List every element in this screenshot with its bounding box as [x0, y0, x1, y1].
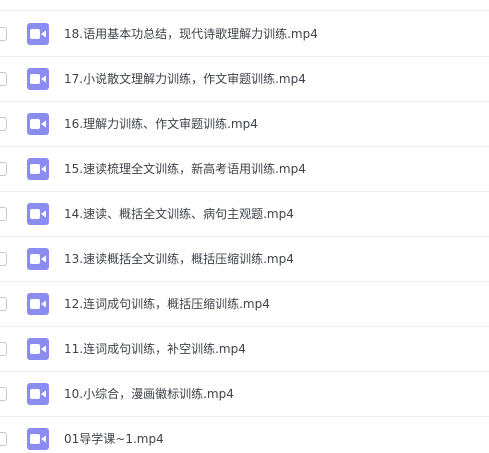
- video-file-icon: [27, 293, 49, 315]
- file-name[interactable]: 10.小综合，漫画徽标训练.mp4: [64, 372, 234, 416]
- row-checkbox[interactable]: [0, 432, 7, 446]
- file-name[interactable]: 15.速读梳理全文训练，新高考语用训练.mp4: [64, 147, 306, 191]
- row-checkbox[interactable]: [0, 387, 7, 401]
- file-name[interactable]: 12.连词成句训练，概括压缩训练.mp4: [64, 282, 270, 326]
- video-file-icon: [27, 113, 49, 135]
- row-checkbox[interactable]: [0, 342, 7, 356]
- row-checkbox[interactable]: [0, 117, 7, 131]
- file-row[interactable]: 18.语用基本功总结，现代诗歌理解力训练.mp4: [0, 12, 489, 57]
- row-checkbox[interactable]: [0, 72, 7, 86]
- row-checkbox[interactable]: [0, 297, 7, 311]
- row-checkbox[interactable]: [0, 252, 7, 266]
- file-row[interactable]: 15.速读梳理全文训练，新高考语用训练.mp4: [0, 147, 489, 192]
- file-row[interactable]: 13.速读概括全文训练，概括压缩训练.mp4: [0, 237, 489, 282]
- video-file-icon: [27, 158, 49, 180]
- file-name[interactable]: 14.速读、概括全文训练、病句主观题.mp4: [64, 192, 294, 236]
- file-row[interactable]: 14.速读、概括全文训练、病句主观题.mp4: [0, 192, 489, 237]
- file-name[interactable]: 16.理解力训练、作文审题训练.mp4: [64, 102, 258, 146]
- file-name[interactable]: 11.连词成句训练，补空训练.mp4: [64, 327, 246, 371]
- file-row[interactable]: 12.连词成句训练，概括压缩训练.mp4: [0, 282, 489, 327]
- row-checkbox[interactable]: [0, 207, 7, 221]
- video-file-icon: [27, 203, 49, 225]
- video-file-icon: [27, 68, 49, 90]
- file-row[interactable]: 01导学课~1.mp4: [0, 417, 489, 453]
- video-file-icon: [27, 338, 49, 360]
- file-row[interactable]: 16.理解力训练、作文审题训练.mp4: [0, 102, 489, 147]
- video-file-icon: [27, 383, 49, 405]
- file-list: 18.语用基本功总结，现代诗歌理解力训练.mp4 17.小说散文理解力训练，作文…: [0, 0, 489, 453]
- row-checkbox[interactable]: [0, 162, 7, 176]
- video-file-icon: [27, 428, 49, 450]
- file-name[interactable]: 18.语用基本功总结，现代诗歌理解力训练.mp4: [64, 12, 318, 56]
- file-row[interactable]: 10.小综合，漫画徽标训练.mp4: [0, 372, 489, 417]
- file-row[interactable]: 11.连词成句训练，补空训练.mp4: [0, 327, 489, 372]
- row-checkbox[interactable]: [0, 27, 7, 41]
- file-name[interactable]: 17.小说散文理解力训练，作文审题训练.mp4: [64, 57, 306, 101]
- file-name[interactable]: 01导学课~1.mp4: [64, 417, 164, 453]
- divider: [0, 10, 489, 11]
- video-file-icon: [27, 248, 49, 270]
- file-row[interactable]: 17.小说散文理解力训练，作文审题训练.mp4: [0, 57, 489, 102]
- video-file-icon: [27, 23, 49, 45]
- file-name[interactable]: 13.速读概括全文训练，概括压缩训练.mp4: [64, 237, 294, 281]
